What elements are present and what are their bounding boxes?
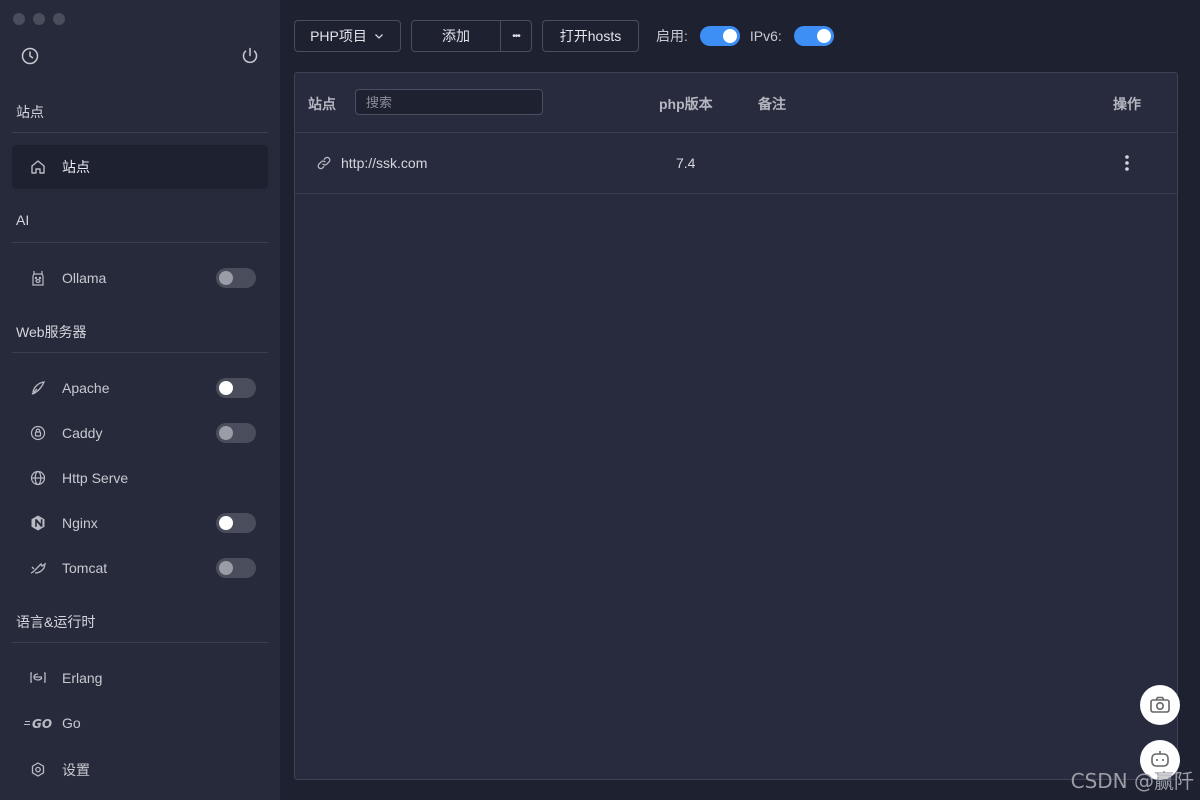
sidebar-item-label: Http Serve [62,470,129,486]
divider [12,352,268,353]
table-row[interactable]: http://ssk.com 7.4 [295,133,1177,194]
php-version-value: 7.4 [676,155,696,171]
toolbar: PHP项目 添加 ••• 打开hosts 启用: IPv6: [294,20,834,52]
apache-toggle[interactable] [216,378,256,398]
add-button[interactable]: 添加 [411,20,501,52]
more-options-button[interactable]: ••• [501,20,532,52]
column-header-operations: 操作 [1113,96,1141,112]
power-icon[interactable] [240,46,260,66]
nginx-icon [28,513,48,533]
enable-label: 启用: [656,28,688,44]
more-vertical-icon[interactable] [1121,153,1133,176]
search-input[interactable] [355,89,543,115]
nginx-toggle[interactable] [216,513,256,533]
home-icon [28,157,48,177]
gear-icon [28,760,48,780]
table-header: 站点 php版本 备注 操作 [295,73,1177,133]
sites-table: 站点 php版本 备注 操作 http://ssk.com 7.4 [294,72,1178,780]
sidebar-item-label: 站点 [62,159,90,175]
camera-icon [1148,693,1172,717]
llama-icon [28,268,48,288]
sidebar-item-site[interactable]: 站点 [12,145,268,189]
chevron-down-icon [373,30,385,42]
enable-switch[interactable] [699,26,740,46]
window-controls [13,13,65,25]
sidebar-item-label: Nginx [62,515,98,531]
svg-text:GO: GO [32,717,52,730]
divider [12,242,268,243]
site-url[interactable]: http://ssk.com [341,155,427,171]
maximize-window-button[interactable] [53,13,65,25]
erlang-icon [28,668,48,688]
sidebar-item-label: Tomcat [62,560,108,576]
sidebar-item-label: Caddy [62,425,103,441]
project-type-select[interactable]: PHP项目 [294,20,401,52]
divider [12,642,268,643]
sidebar-item-erlang[interactable]: Erlang [12,656,268,700]
watermark: CSDN @赢阡 [1070,769,1194,793]
sidebar-item-go[interactable]: GO Go [12,701,268,745]
sidebar-item-label: Apache [62,380,110,396]
sidebar-item-label: Go [62,715,81,731]
clock-icon[interactable] [20,46,40,66]
sidebar-item-tomcat[interactable]: Tomcat [12,546,268,590]
section-title-ai: AI [16,212,30,228]
project-type-label: PHP项目 [310,28,367,44]
sidebar-item-apache[interactable]: Apache [12,366,268,410]
sidebar-item-nginx[interactable]: Nginx [12,501,268,545]
section-title-languages-runtimes: 语言&运行时 [16,614,96,630]
minimize-window-button[interactable] [33,13,45,25]
link-icon[interactable] [316,155,332,174]
open-hosts-button[interactable]: 打开hosts [542,20,639,52]
column-header-note: 备注 [758,96,786,112]
caddy-toggle[interactable] [216,423,256,443]
ollama-toggle[interactable] [216,268,256,288]
section-title-sites: 站点 [16,104,44,120]
divider [12,132,268,133]
sidebar-item-caddy[interactable]: Caddy [12,411,268,455]
globe-icon [28,468,48,488]
column-header-php-version: php版本 [659,96,713,112]
sidebar: 站点 站点 AI Ollama Web服务器 Apache Caddy Http… [0,0,280,800]
sidebar-item-settings[interactable]: 设置 [12,748,268,792]
go-icon: GO [24,713,52,733]
caddy-icon [28,423,48,443]
add-button-group: 添加 ••• [411,20,532,52]
section-title-web-servers: Web服务器 [16,324,87,340]
tomcat-toggle[interactable] [216,558,256,578]
sidebar-item-http-serve[interactable]: Http Serve [12,456,268,500]
sidebar-item-ollama[interactable]: Ollama [12,256,268,300]
sidebar-item-label: 设置 [62,762,90,778]
tomcat-icon [28,558,48,578]
close-window-button[interactable] [13,13,25,25]
ipv6-label: IPv6: [749,28,782,44]
feather-icon [28,378,48,398]
sidebar-item-label: Ollama [62,270,107,286]
screenshot-tool-button[interactable] [1140,685,1180,725]
column-header-site: 站点 [308,96,336,112]
sidebar-item-label: Erlang [62,670,103,686]
ipv6-switch[interactable] [793,26,834,46]
